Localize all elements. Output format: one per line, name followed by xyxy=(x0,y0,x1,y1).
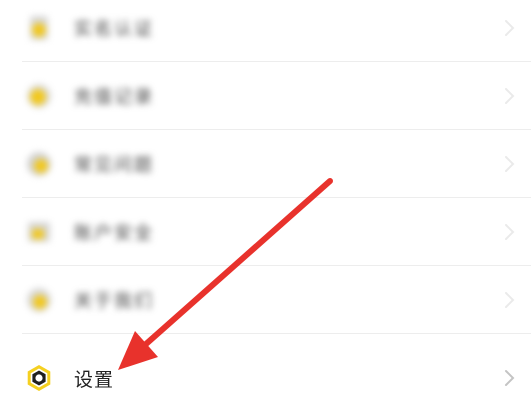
chevron-right-icon xyxy=(505,156,515,172)
chevron-right-icon xyxy=(505,20,515,36)
settings-hexagon-icon xyxy=(22,361,56,395)
menu-item-3[interactable]: 常见问题 xyxy=(0,130,531,198)
menu-item-label: 实名认证 xyxy=(74,19,154,40)
menu-item-1[interactable]: 实名认证 xyxy=(0,0,531,62)
shield-icon xyxy=(22,215,56,249)
user-badge-icon xyxy=(22,11,56,45)
chevron-right-icon xyxy=(505,370,515,386)
menu-item-4[interactable]: 账户安全 xyxy=(0,198,531,266)
menu-item-5[interactable]: 关于我们 xyxy=(0,266,531,334)
divider xyxy=(22,333,531,334)
menu-item-2[interactable]: 充值记录 xyxy=(0,62,531,130)
menu-item-settings[interactable]: 设置 xyxy=(0,344,531,397)
menu-item-label: 充值记录 xyxy=(74,87,154,108)
menu-item-label: 关于我们 xyxy=(74,291,154,312)
help-icon xyxy=(22,147,56,181)
chevron-right-icon xyxy=(505,88,515,104)
settings-label: 设置 xyxy=(74,368,115,391)
menu-item-label: 账户安全 xyxy=(74,223,154,244)
coin-icon xyxy=(22,79,56,113)
menu-item-label: 常见问题 xyxy=(74,155,154,176)
info-icon xyxy=(22,283,56,317)
settings-menu-screen: 实名认证 充值记录 常见问题 账户安全 关于我们 设置 xyxy=(0,0,531,397)
chevron-right-icon xyxy=(505,292,515,308)
chevron-right-icon xyxy=(505,224,515,240)
